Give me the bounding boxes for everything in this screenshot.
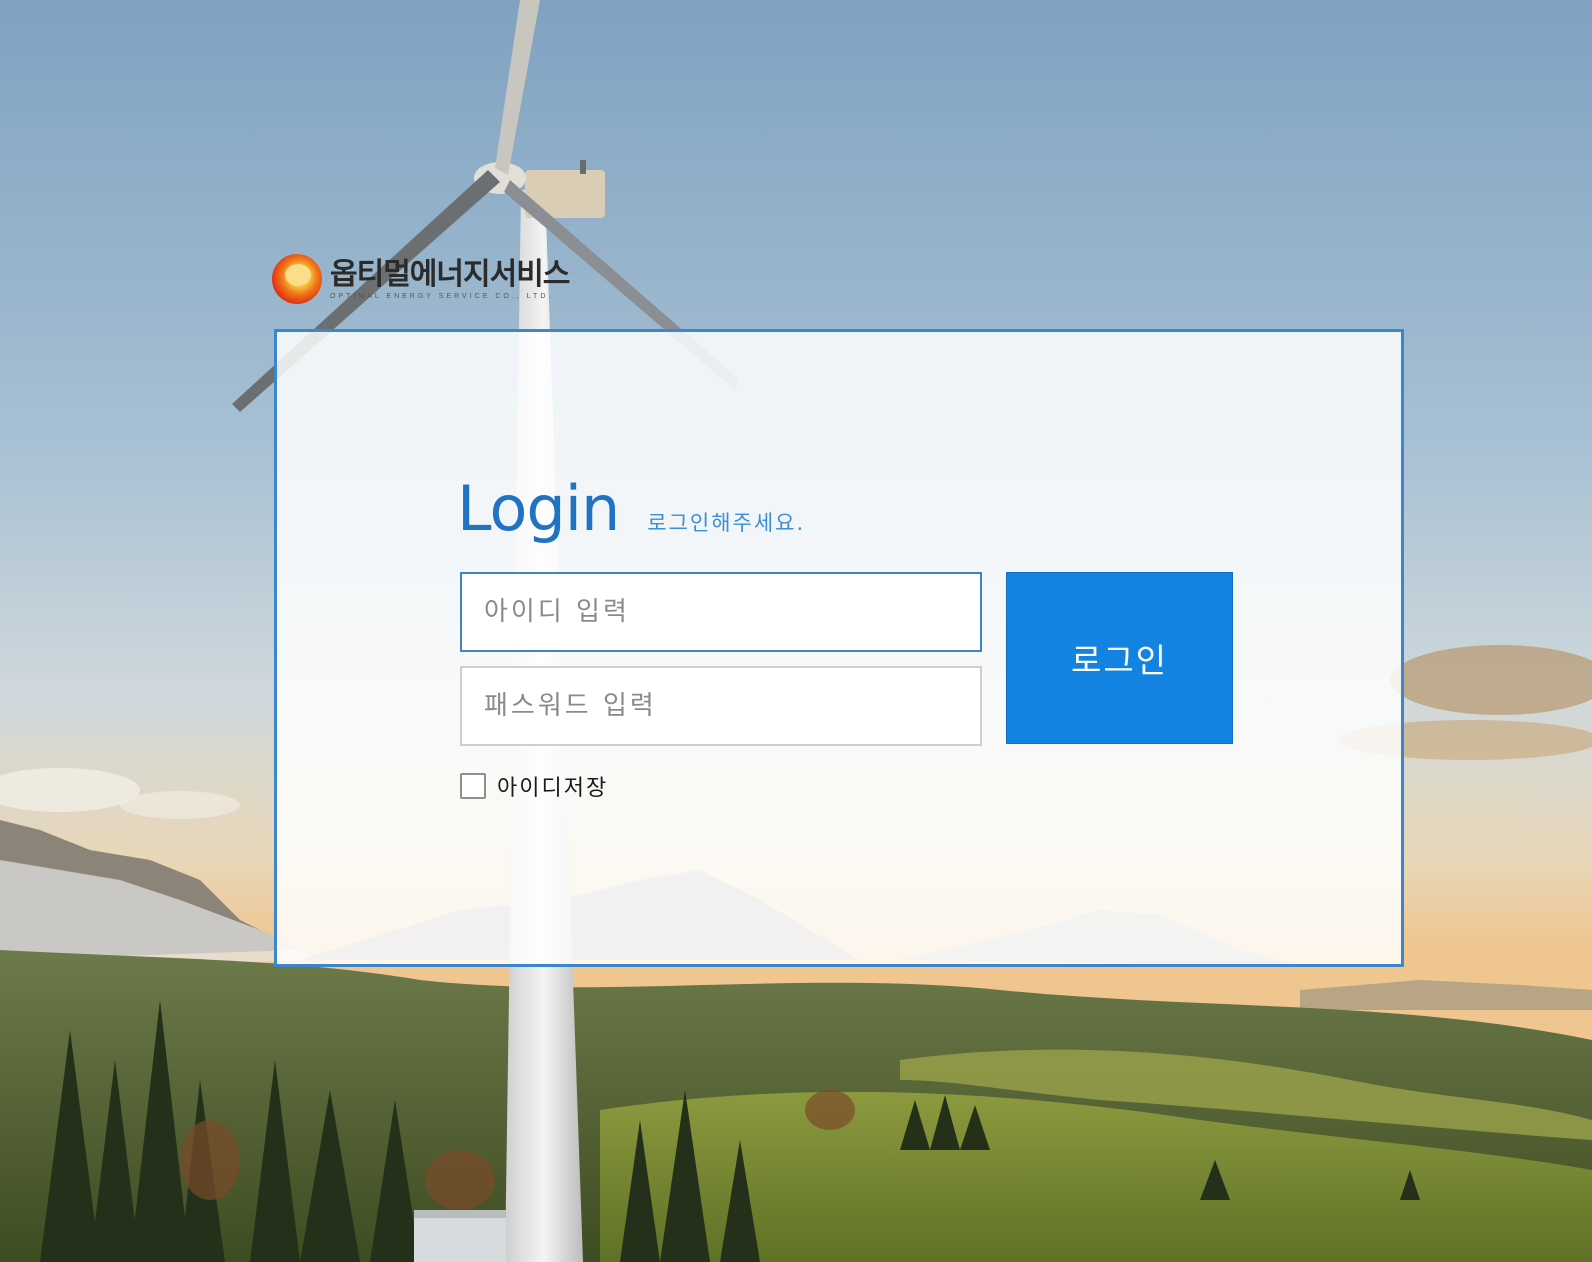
login-header: Login 로그인해주세요. bbox=[457, 472, 805, 545]
remember-id-option[interactable]: 아이디저장 bbox=[460, 770, 608, 802]
logo-sun-icon bbox=[272, 254, 322, 304]
company-logo: 옵티멀에너지서비스 OPTIMAL ENERGY SERVICE CO., LT… bbox=[272, 254, 570, 304]
remember-id-label: 아이디저장 bbox=[497, 776, 609, 801]
id-input[interactable] bbox=[460, 572, 982, 652]
logo-subtitle: OPTIMAL ENERGY SERVICE CO., LTD. bbox=[330, 292, 554, 300]
password-input[interactable] bbox=[460, 666, 982, 746]
login-panel: Login 로그인해주세요. 로그인 아이디저장 bbox=[274, 329, 1404, 967]
login-button[interactable]: 로그인 bbox=[1006, 572, 1233, 744]
login-screen: 옵티멀에너지서비스 OPTIMAL ENERGY SERVICE CO., LT… bbox=[0, 0, 1592, 1262]
logo-name: 옵티멀에너지서비스 bbox=[330, 256, 570, 292]
remember-id-checkbox[interactable] bbox=[460, 773, 486, 799]
login-subtitle: 로그인해주세요. bbox=[647, 511, 806, 535]
login-title: Login bbox=[457, 472, 620, 545]
logo-text-group: 옵티멀에너지서비스 OPTIMAL ENERGY SERVICE CO., LT… bbox=[330, 256, 570, 300]
